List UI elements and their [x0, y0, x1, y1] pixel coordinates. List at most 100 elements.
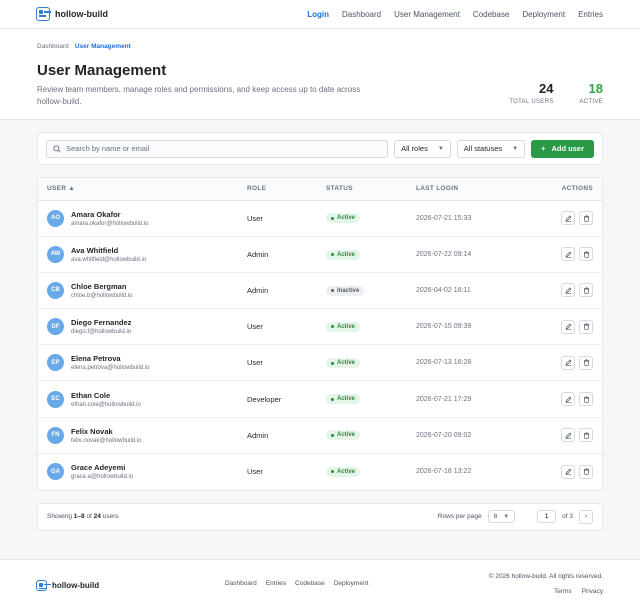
status-dot-icon [331, 325, 334, 329]
stat-total-users: 24 TOTAL USERS [509, 81, 553, 105]
status-cell: Active [317, 200, 407, 237]
app-logo-icon [36, 579, 47, 591]
delete-user-button[interactable] [579, 319, 593, 334]
delete-user-button[interactable] [579, 464, 593, 479]
user-cell: DF Diego Fernandez diego.f@hollowbuild.io [38, 308, 238, 346]
filter-toolbar: All roles ▼ All statuses ▼ + Add user [37, 132, 603, 165]
table-row: EP Elena Petrova elena.petrova@hollowbuild… [38, 344, 602, 382]
actions-cell [522, 417, 602, 454]
status-badge: Active [326, 249, 361, 260]
rows-per-page-select[interactable]: 8 ▼ [487, 510, 516, 523]
delete-user-button[interactable] [579, 428, 593, 443]
actions-cell [522, 236, 602, 273]
edit-user-button[interactable] [561, 211, 575, 226]
column-last-login: LAST LOGIN [407, 178, 523, 201]
pagination-bar: Showing 1–8 of 24 users Rows per page 8 … [37, 502, 603, 531]
trash-icon [583, 287, 589, 294]
status-label: Active [337, 323, 356, 330]
delete-user-button[interactable] [579, 283, 593, 298]
status-dot-icon [331, 397, 334, 401]
user-email: elena.petrova@hollowbuild.io [71, 365, 150, 372]
add-user-button[interactable]: + Add user [531, 139, 594, 158]
role-filter-value: All roles [401, 144, 428, 153]
avatar: FN [47, 426, 64, 444]
column-user[interactable]: USER ▲ [38, 178, 238, 201]
next-page-button[interactable]: › [579, 509, 593, 524]
user-role: User [247, 467, 263, 477]
brand[interactable]: hollow-build [36, 7, 108, 21]
users-table: USER ▲ ROLE STATUS LAST LOGIN ACTIONS AO… [38, 178, 602, 490]
footer-link-deployment[interactable]: Deployment [334, 580, 369, 587]
footer-link-dashboard[interactable]: Dashboard [225, 580, 257, 587]
footer-link-entries[interactable]: Entries [266, 580, 286, 587]
brand-name: hollow-build [55, 9, 108, 19]
stat-total-value: 24 [539, 81, 554, 96]
status-cell: Active [317, 417, 407, 454]
table-row: FN Felix Novak felix.novak@hollowbuild.io A… [38, 417, 602, 454]
last-login: 2026-07-13 16:28 [407, 344, 523, 382]
actions-cell [522, 344, 602, 382]
edit-user-button[interactable] [561, 247, 575, 262]
table-row: EC Ethan Cole ethan.cole@hollowbuild.io Dev… [38, 380, 602, 418]
user-cell: GA Grace Adeyemi grace.a@hollowbuild.io [38, 453, 238, 489]
status-label: Active [337, 468, 356, 475]
page-number-input[interactable] [537, 510, 557, 523]
user-cell: CB Chloe Bergman chloe.b@hollowbuild.io [38, 272, 238, 310]
page-total: of 3 [562, 513, 573, 520]
nav-deployment[interactable]: Deployment [522, 10, 565, 19]
nav-user-management[interactable]: User Management [394, 10, 460, 19]
rows-per-page-label: Rows per page [437, 513, 482, 520]
last-login: 2026-07-21 17:29 [407, 380, 523, 418]
legal-links: Terms Privacy [554, 588, 603, 595]
edit-user-button[interactable] [561, 319, 575, 334]
copyright: © 2026 hollow-build. All rights reserved… [488, 572, 603, 580]
user-role: Admin [238, 236, 317, 273]
role-filter-select[interactable]: All roles ▼ [394, 139, 451, 158]
user-cell: FN Felix Novak felix.novak@hollowbuild.io [38, 417, 238, 454]
edit-user-button[interactable] [561, 428, 575, 443]
status-cell: Inactive [317, 272, 407, 310]
user-name: Ava Whitfield [71, 245, 119, 255]
edit-user-button[interactable] [561, 355, 575, 370]
footer-link-codebase[interactable]: Codebase [295, 580, 325, 587]
status-filter-select[interactable]: All statuses ▼ [456, 139, 526, 158]
nav-codebase[interactable]: Codebase [473, 10, 509, 19]
edit-user-button[interactable] [561, 283, 575, 298]
pencil-icon [565, 468, 571, 475]
plus-icon: + [541, 144, 546, 153]
search-box[interactable] [46, 139, 389, 158]
status-dot-icon [331, 433, 334, 437]
delete-user-button[interactable] [579, 355, 593, 370]
delete-user-button[interactable] [579, 247, 593, 262]
edit-user-button[interactable] [561, 464, 575, 479]
footer-link-privacy[interactable]: Privacy [582, 588, 603, 595]
search-input[interactable] [66, 144, 382, 153]
chevron-down-icon: ▼ [512, 145, 519, 152]
user-name: Amara Okafor [71, 209, 121, 219]
status-label: Active [337, 215, 356, 222]
edit-user-button[interactable] [561, 392, 575, 407]
delete-user-button[interactable] [579, 211, 593, 226]
chevron-right-icon: › [584, 513, 588, 520]
nav-login[interactable]: Login [307, 10, 329, 19]
table-header-row: USER ▲ ROLE STATUS LAST LOGIN ACTIONS [38, 178, 602, 201]
pencil-icon [565, 251, 571, 258]
results-suffix: users [102, 513, 119, 520]
nav-entries[interactable]: Entries [578, 10, 603, 19]
user-cell: EP Elena Petrova elena.petrova@hollowbuild… [38, 344, 238, 382]
table-row: AW Ava Whitfield ava.whitfield@hollowbuild… [38, 236, 602, 273]
pager-controls: Rows per page 8 ▼ of 3 › [437, 509, 593, 524]
footer-link-terms[interactable]: Terms [554, 588, 572, 595]
user-role: Admin [238, 272, 317, 310]
trash-icon [583, 432, 589, 439]
column-user-label: USER [47, 185, 67, 193]
user-stats: 24 TOTAL USERS 18 ACTIVE [509, 81, 603, 105]
actions-cell [522, 200, 602, 237]
footer-links: Dashboard Entries Codebase Deployment [225, 580, 368, 587]
nav-dashboard[interactable]: Dashboard [342, 10, 381, 19]
delete-user-button[interactable] [579, 392, 593, 407]
user-email: chloe.b@hollowbuild.io [71, 292, 133, 299]
footer-brand[interactable]: hollow-build [36, 579, 99, 591]
trash-icon [583, 214, 589, 222]
breadcrumb-dashboard[interactable]: Dashboard [37, 43, 69, 50]
